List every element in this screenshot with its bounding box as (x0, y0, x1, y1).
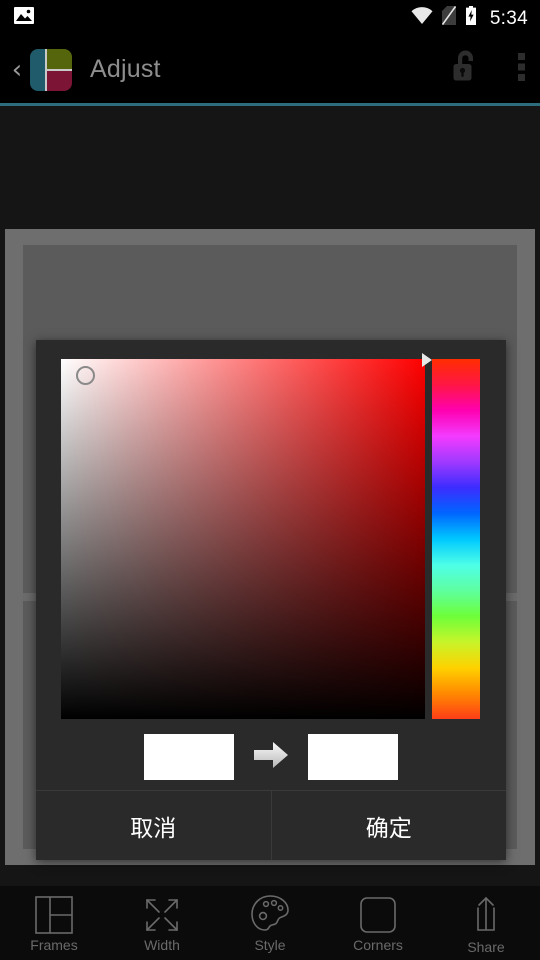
editor-canvas: 取消 确定 (0, 106, 540, 886)
page-title: Adjust (90, 55, 161, 83)
status-bar: 5:34 (0, 0, 540, 36)
frames-icon (35, 895, 73, 935)
status-bar-right: 5:34 (411, 6, 528, 30)
wifi-icon (411, 7, 433, 29)
toolbar-item-width[interactable]: Width (108, 886, 216, 953)
toolbar-item-share[interactable]: Share (432, 886, 540, 955)
unlock-icon[interactable] (448, 48, 482, 91)
share-upload-icon (467, 895, 505, 935)
toolbar-label-corners: Corners (353, 937, 403, 953)
color-preview-row (36, 724, 506, 790)
rounded-square-icon (359, 895, 397, 935)
back-chevron-icon[interactable]: ‹ (6, 57, 28, 83)
battery-charging-icon (465, 6, 477, 30)
no-sim-icon (441, 6, 456, 30)
new-color-swatch[interactable] (308, 734, 398, 780)
toolbar-label-frames: Frames (30, 937, 78, 953)
width-expand-icon (143, 895, 181, 935)
bottom-toolbar: Frames Width Style Corners Share (0, 886, 540, 960)
photo-gallery-icon (14, 7, 34, 29)
action-bar: ‹ Adjust (0, 36, 540, 103)
palette-icon (249, 893, 291, 933)
confirm-button[interactable]: 确定 (272, 791, 507, 860)
old-color-swatch[interactable] (144, 734, 234, 780)
saturation-value-square[interactable] (61, 359, 425, 719)
color-picker-dialog: 取消 确定 (36, 340, 506, 860)
toolbar-label-share: Share (467, 939, 505, 955)
hue-slider-marker-icon (422, 353, 432, 367)
app-logo-top-right-panel (45, 48, 72, 70)
toolbar-item-corners[interactable]: Corners (324, 886, 432, 953)
app-logo-bottom-right-panel (45, 69, 72, 91)
app-logo-icon[interactable] (30, 48, 72, 91)
status-bar-left (14, 7, 34, 29)
cancel-button[interactable]: 取消 (36, 791, 272, 860)
app-logo-left-panel (30, 48, 45, 91)
arrow-right-icon (252, 739, 290, 776)
dialog-button-row: 取消 确定 (36, 790, 506, 860)
action-bar-actions (448, 48, 526, 91)
status-bar-clock: 5:34 (489, 7, 528, 29)
toolbar-label-width: Width (144, 937, 180, 953)
color-picker-body (36, 340, 506, 724)
sv-cursor[interactable] (76, 366, 95, 385)
toolbar-item-style[interactable]: Style (216, 886, 324, 953)
hue-slider[interactable] (432, 359, 480, 719)
overflow-menu-icon[interactable] (518, 52, 526, 87)
toolbar-item-frames[interactable]: Frames (0, 886, 108, 953)
toolbar-label-style: Style (254, 937, 286, 953)
